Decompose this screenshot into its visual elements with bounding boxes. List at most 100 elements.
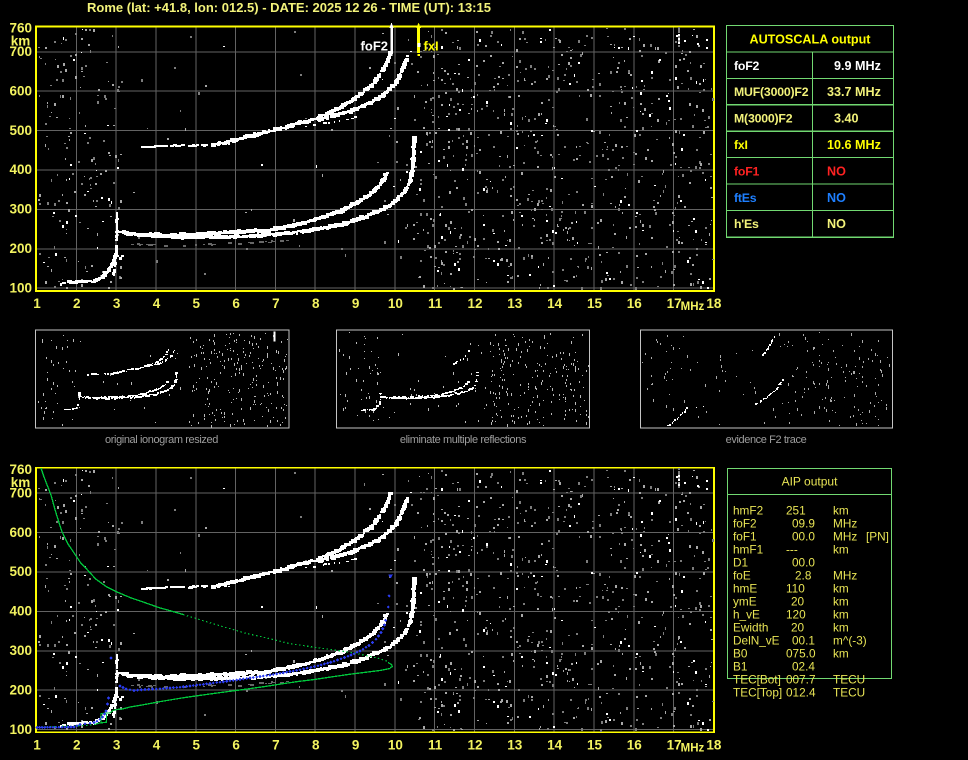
svg-text:km: km xyxy=(833,542,849,556)
svg-text:400: 400 xyxy=(9,162,32,177)
svg-text:[PN]: [PN] xyxy=(866,529,889,543)
svg-text:MUF(3000)F2: MUF(3000)F2 xyxy=(734,85,809,99)
svg-text:h'Es: h'Es xyxy=(734,217,759,231)
svg-text:13: 13 xyxy=(507,296,523,311)
svg-text:075.0: 075.0 xyxy=(786,646,816,660)
svg-text:09.9: 09.9 xyxy=(792,516,815,530)
svg-text:110: 110 xyxy=(786,581,805,595)
svg-text:300: 300 xyxy=(9,202,32,217)
svg-text:17: 17 xyxy=(667,737,682,752)
svg-text:12: 12 xyxy=(467,737,482,752)
svg-text:km: km xyxy=(833,607,849,621)
svg-text:18: 18 xyxy=(706,737,722,752)
svg-text:2: 2 xyxy=(73,296,81,311)
svg-text:km: km xyxy=(833,581,849,595)
svg-text:1: 1 xyxy=(33,296,41,311)
svg-text:TECU: TECU xyxy=(833,685,865,699)
svg-text:007.7: 007.7 xyxy=(786,672,816,686)
svg-text:TECU: TECU xyxy=(833,672,865,686)
svg-text:km: km xyxy=(833,503,849,517)
svg-text:km: km xyxy=(833,620,849,634)
svg-text:3.40: 3.40 xyxy=(834,112,859,126)
svg-text:foF2: foF2 xyxy=(361,39,388,54)
svg-text:NO: NO xyxy=(827,191,846,205)
svg-text:00.0: 00.0 xyxy=(792,555,815,569)
svg-text:MHz: MHz xyxy=(833,568,857,582)
svg-text:11: 11 xyxy=(428,737,443,752)
svg-text:11: 11 xyxy=(428,296,443,311)
svg-text:14: 14 xyxy=(547,737,563,752)
svg-text:10.6 MHz: 10.6 MHz xyxy=(827,138,881,152)
svg-text:33.7 MHz: 33.7 MHz xyxy=(827,85,881,99)
svg-text:16: 16 xyxy=(627,296,643,311)
svg-text:hmF1: hmF1 xyxy=(733,542,763,556)
svg-text:9: 9 xyxy=(352,737,360,752)
svg-text:8: 8 xyxy=(312,737,320,752)
svg-text:300: 300 xyxy=(9,643,32,658)
svg-text:km: km xyxy=(11,475,31,490)
svg-text:MHz: MHz xyxy=(681,301,705,313)
svg-text:200: 200 xyxy=(9,682,32,697)
svg-text:Ewidth: Ewidth xyxy=(733,620,768,634)
svg-text:hmF2: hmF2 xyxy=(733,503,763,517)
svg-text:AIP output: AIP output xyxy=(782,475,838,489)
svg-text:15: 15 xyxy=(587,296,603,311)
svg-text:8: 8 xyxy=(312,296,320,311)
svg-text:17: 17 xyxy=(667,296,682,311)
svg-text:DelN_vE: DelN_vE xyxy=(733,633,780,647)
svg-text:hmE: hmE xyxy=(733,581,757,595)
svg-text:km: km xyxy=(833,646,849,660)
svg-text:16: 16 xyxy=(627,737,643,752)
svg-text:MHz: MHz xyxy=(833,529,857,543)
svg-text:h_vE: h_vE xyxy=(733,607,760,621)
svg-text:400: 400 xyxy=(9,604,32,619)
svg-text:20: 20 xyxy=(791,594,805,608)
svg-text:3: 3 xyxy=(113,296,121,311)
svg-text:500: 500 xyxy=(9,564,32,579)
svg-text:012.4: 012.4 xyxy=(786,685,816,699)
svg-text:ftEs: ftEs xyxy=(734,191,757,205)
svg-text:12: 12 xyxy=(467,296,482,311)
svg-text:9: 9 xyxy=(352,296,360,311)
svg-text:foF1: foF1 xyxy=(733,529,757,543)
svg-text:MHz: MHz xyxy=(681,742,705,754)
svg-text:600: 600 xyxy=(9,525,32,540)
svg-text:02.4: 02.4 xyxy=(792,659,815,673)
svg-text:2.8: 2.8 xyxy=(795,568,812,582)
svg-text:15: 15 xyxy=(587,737,603,752)
svg-text:---: --- xyxy=(786,542,798,556)
svg-text:2: 2 xyxy=(73,737,81,752)
svg-text:00.0: 00.0 xyxy=(792,529,815,543)
svg-text:km: km xyxy=(11,34,31,49)
svg-text:MHz: MHz xyxy=(833,516,857,530)
svg-text:eliminate multiple reflections: eliminate multiple reflections xyxy=(400,434,527,446)
svg-text:6: 6 xyxy=(232,737,240,752)
svg-text:200: 200 xyxy=(9,241,32,256)
svg-text:4: 4 xyxy=(153,737,161,752)
svg-text:B1: B1 xyxy=(733,659,747,673)
svg-text:Rome (lat: +41.8, lon: 012.5): Rome (lat: +41.8, lon: 012.5) - DATE: 20… xyxy=(87,0,491,15)
svg-text:B0: B0 xyxy=(733,646,748,660)
svg-text:TEC[Bot]: TEC[Bot] xyxy=(733,672,781,686)
svg-text:10: 10 xyxy=(388,737,403,752)
svg-text:600: 600 xyxy=(9,83,32,98)
svg-text:500: 500 xyxy=(9,123,32,138)
svg-text:m^(-3): m^(-3) xyxy=(833,633,867,647)
svg-text:14: 14 xyxy=(547,296,563,311)
svg-text:AUTOSCALA output: AUTOSCALA output xyxy=(749,33,871,47)
svg-text:1: 1 xyxy=(33,737,41,752)
svg-text:7: 7 xyxy=(272,296,280,311)
svg-text:251: 251 xyxy=(786,503,806,517)
svg-text:foF2: foF2 xyxy=(733,516,757,530)
svg-text:original ionogram resized: original ionogram resized xyxy=(105,434,218,446)
svg-text:100: 100 xyxy=(9,280,32,295)
svg-text:4: 4 xyxy=(153,296,161,311)
svg-text:km: km xyxy=(833,594,849,608)
svg-text:fxI: fxI xyxy=(424,39,439,54)
svg-text:foF2: foF2 xyxy=(734,59,760,73)
svg-text:120: 120 xyxy=(786,607,806,621)
svg-text:9.9 MHz: 9.9 MHz xyxy=(834,59,881,73)
svg-text:foF1: foF1 xyxy=(734,164,760,178)
svg-text:20: 20 xyxy=(791,620,805,634)
svg-text:6: 6 xyxy=(232,296,240,311)
